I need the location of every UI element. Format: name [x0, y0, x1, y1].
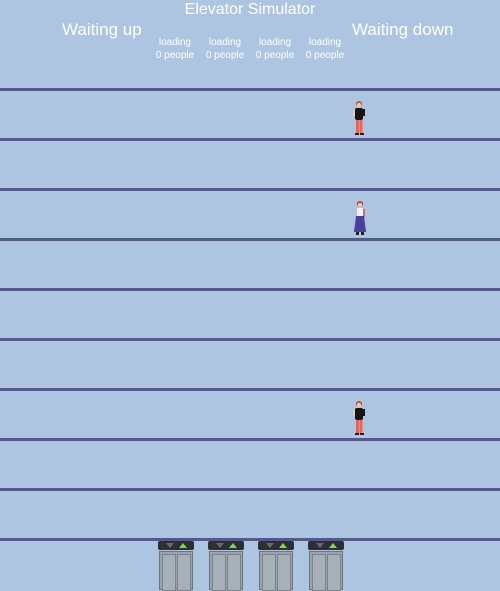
- waiting-person-icon[interactable]: [351, 400, 367, 436]
- floor-line: [0, 88, 500, 91]
- elevator-door-right: [227, 554, 241, 591]
- waiting-up-label: Waiting up: [62, 20, 142, 39]
- floor-line: [0, 538, 500, 541]
- elevator-doors: [259, 551, 293, 591]
- arrow-down-icon: [266, 543, 274, 548]
- elevator-car-4[interactable]: [308, 541, 344, 591]
- elevator-door-right: [327, 554, 341, 591]
- elevator-doors: [159, 551, 193, 591]
- elevator-car-1[interactable]: [158, 541, 194, 591]
- elevator-direction-indicator: [258, 541, 294, 550]
- arrow-up-icon: [329, 543, 337, 548]
- waiting-person-icon[interactable]: [351, 100, 367, 136]
- elevator-doors: [309, 551, 343, 591]
- elevator-door-left: [212, 554, 226, 591]
- shaft-state-label: loading: [308, 37, 342, 48]
- app-title: Elevator Simulator: [184, 1, 316, 18]
- arrow-down-icon: [166, 543, 174, 548]
- floor-line: [0, 188, 500, 191]
- shaft-status-4: loading 0 people: [295, 36, 355, 62]
- elevator-door-left: [262, 554, 276, 591]
- elevator-door-right: [177, 554, 191, 591]
- elevator-door-left: [312, 554, 326, 591]
- floor-line: [0, 288, 500, 291]
- elevator-direction-indicator: [158, 541, 194, 550]
- floor-line: [0, 438, 500, 441]
- floor-line: [0, 238, 500, 241]
- arrow-up-icon: [229, 543, 237, 548]
- shaft-people-count: 0 people: [305, 50, 345, 61]
- elevator-direction-indicator: [308, 541, 344, 550]
- arrow-down-icon: [216, 543, 224, 548]
- waiting-person-icon[interactable]: [352, 200, 368, 236]
- floor-line: [0, 488, 500, 491]
- elevator-car-2[interactable]: [208, 541, 244, 591]
- elevator-direction-indicator: [208, 541, 244, 550]
- waiting-down-label: Waiting down: [352, 20, 454, 39]
- floor-line: [0, 388, 500, 391]
- floor-line: [0, 138, 500, 141]
- elevator-car-3[interactable]: [258, 541, 294, 591]
- elevator-doors: [209, 551, 243, 591]
- arrow-down-icon: [316, 543, 324, 548]
- arrow-up-icon: [279, 543, 287, 548]
- floor-line: [0, 338, 500, 341]
- arrow-up-icon: [179, 543, 187, 548]
- elevator-door-left: [162, 554, 176, 591]
- elevator-door-right: [277, 554, 291, 591]
